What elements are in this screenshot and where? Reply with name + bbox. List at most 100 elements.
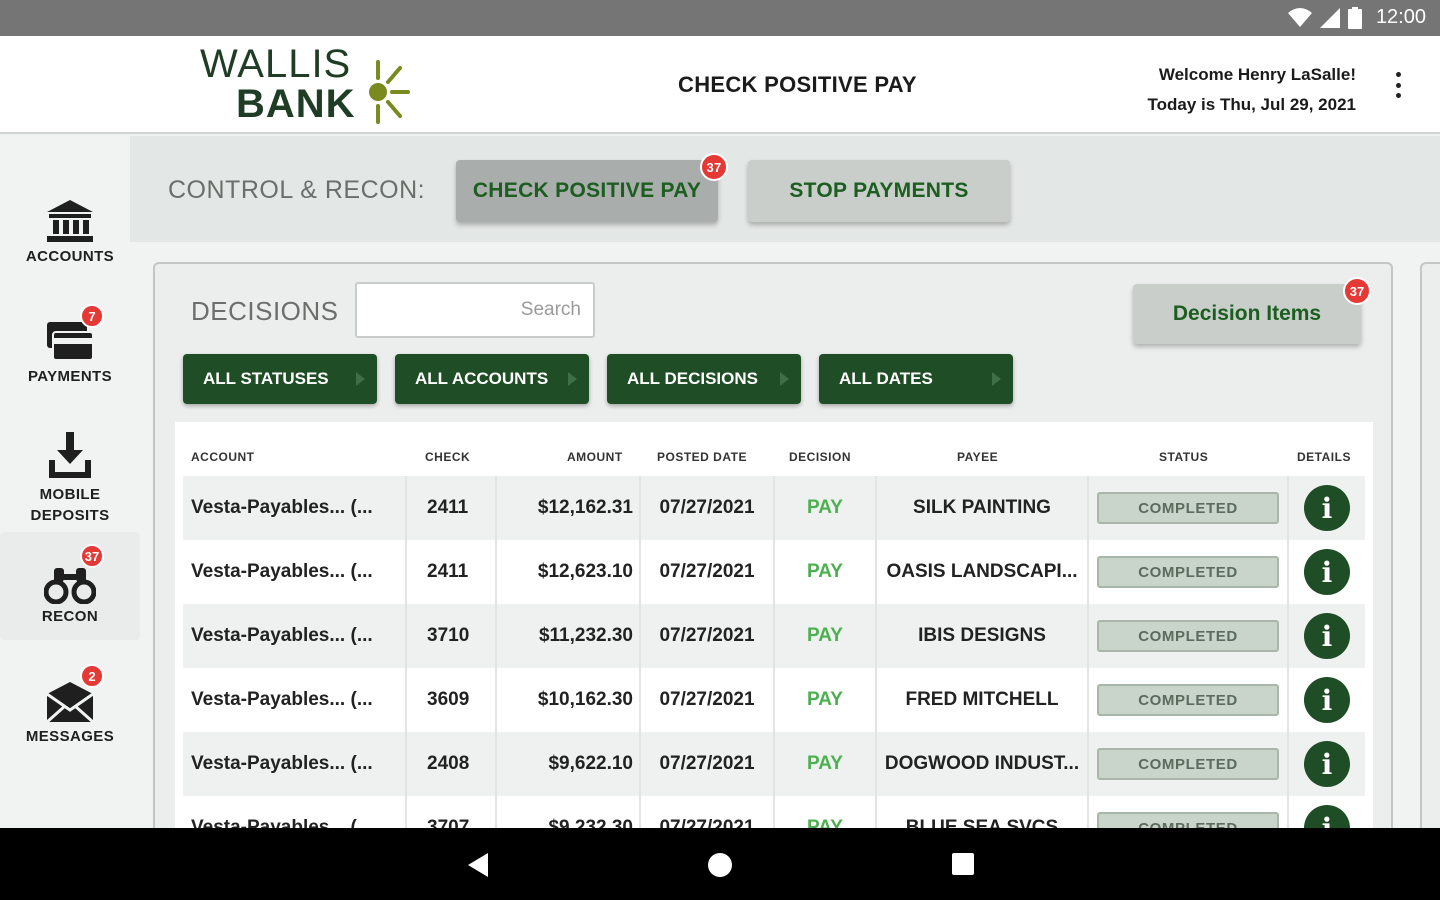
sidebar-item-recon[interactable]: 37 RECON	[0, 532, 140, 640]
filter-label: ALL DATES	[839, 369, 933, 388]
sidebar-item-payments[interactable]: 7 PAYMENTS	[0, 304, 140, 387]
back-icon[interactable]	[466, 852, 490, 878]
signal-icon	[1319, 7, 1340, 28]
recon-badge: 37	[80, 544, 104, 568]
cell-check: 2411	[407, 540, 497, 604]
table-row[interactable]: Vesta-Payables... (... 3710 $11,232.30 0…	[183, 604, 1365, 668]
cell-amount: $12,623.10	[497, 540, 641, 604]
cell-decision: PAY	[775, 476, 877, 540]
cell-payee: OASIS LANDSCAPI...	[877, 540, 1089, 604]
cell-account: Vesta-Payables... (...	[183, 476, 407, 540]
tab-stop-payments-label: STOP PAYMENTS	[789, 179, 969, 202]
recents-icon[interactable]	[951, 852, 975, 876]
battery-icon	[1347, 6, 1362, 29]
bank-icon	[40, 188, 100, 244]
search-input[interactable]	[355, 282, 595, 338]
cell-check: 2411	[407, 476, 497, 540]
col-status[interactable]: STATUS	[1159, 450, 1208, 464]
info-icon[interactable]: i	[1304, 613, 1350, 659]
cell-check: 3609	[407, 668, 497, 732]
wifi-icon	[1287, 7, 1312, 27]
table-row[interactable]: Vesta-Payables... (... 2408 $9,622.10 07…	[183, 732, 1365, 796]
col-payee[interactable]: PAYEE	[957, 450, 998, 464]
home-icon[interactable]	[707, 852, 733, 878]
table-header: ACCOUNT CHECK AMOUNT POSTED DATE DECISIO…	[175, 442, 1373, 476]
sun-logo-icon	[369, 60, 410, 124]
cell-status: COMPLETED	[1089, 732, 1289, 796]
status-badge: COMPLETED	[1097, 684, 1279, 716]
cell-decision: PAY	[775, 732, 877, 796]
cell-status: COMPLETED	[1089, 604, 1289, 668]
filter-bar: ALL STATUSES ALL ACCOUNTS ALL DECISIONS …	[183, 354, 1013, 404]
tab-stop-payments[interactable]: STOP PAYMENTS	[748, 160, 1010, 222]
status-badge: COMPLETED	[1097, 556, 1279, 588]
filter-all-dates[interactable]: ALL DATES	[819, 354, 1013, 404]
table-row[interactable]: Vesta-Payables... (... 2411 $12,623.10 0…	[183, 540, 1365, 604]
filter-label: ALL STATUSES	[203, 369, 329, 388]
cell-account: Vesta-Payables... (...	[183, 668, 407, 732]
table-row[interactable]: Vesta-Payables... (... 2411 $12,162.31 0…	[183, 476, 1365, 540]
cell-payee: DOGWOOD INDUST...	[877, 732, 1089, 796]
decision-items-badge: 37	[1343, 277, 1371, 305]
sidebar-label-recon: RECON	[41, 608, 99, 625]
info-icon[interactable]: i	[1304, 485, 1350, 531]
sidebar-item-mobile-deposits[interactable]: MOBILE DEPOSITS	[0, 426, 140, 526]
welcome-text: Welcome Henry LaSalle!	[1158, 65, 1356, 84]
status-badge: COMPLETED	[1097, 748, 1279, 780]
system-nav-bar	[0, 828, 1440, 900]
sidebar-item-accounts[interactable]: ACCOUNTS	[0, 188, 140, 267]
cell-decision: PAY	[775, 540, 877, 604]
info-icon[interactable]: i	[1304, 741, 1350, 787]
cell-payee: SILK PAINTING	[877, 476, 1089, 540]
decisions-panel: DECISIONS Decision Items 37 ALL STATUSES…	[153, 262, 1393, 862]
cell-posted-date: 07/27/2021	[641, 668, 775, 732]
chevron-right-icon	[780, 372, 789, 386]
col-posted-date[interactable]: POSTED DATE	[657, 450, 747, 464]
col-account[interactable]: ACCOUNT	[191, 450, 255, 464]
sidebar-label-mobile-deposits: MOBILE DEPOSITS	[30, 486, 110, 524]
envelope-icon: 2	[40, 664, 104, 724]
filter-all-accounts[interactable]: ALL ACCOUNTS	[395, 354, 589, 404]
cell-details: i	[1289, 476, 1365, 540]
cell-decision: PAY	[775, 604, 877, 668]
col-amount[interactable]: AMOUNT	[567, 450, 623, 464]
cell-decision: PAY	[775, 668, 877, 732]
deposit-download-icon	[40, 426, 100, 482]
status-badge: COMPLETED	[1097, 620, 1279, 652]
sidebar-label-accounts: ACCOUNTS	[25, 248, 115, 265]
cell-details: i	[1289, 668, 1365, 732]
tab-check-positive-pay-label: CHECK POSITIVE PAY	[472, 179, 702, 202]
decisions-table: ACCOUNT CHECK AMOUNT POSTED DATE DECISIO…	[175, 422, 1373, 842]
table-row[interactable]: Vesta-Payables... (... 3609 $10,162.30 0…	[183, 668, 1365, 732]
filter-label: ALL ACCOUNTS	[415, 369, 549, 388]
control-recon-label: CONTROL & RECON:	[168, 176, 426, 204]
overflow-menu-icon[interactable]	[1394, 72, 1402, 98]
decision-items-label: Decision Items	[1172, 302, 1322, 325]
col-decision[interactable]: DECISION	[789, 450, 851, 464]
messages-badge: 2	[80, 664, 104, 688]
col-check[interactable]: CHECK	[425, 450, 470, 464]
today-date: Today is Thu, Jul 29, 2021	[1147, 95, 1356, 114]
info-icon[interactable]: i	[1304, 549, 1350, 595]
cell-status: COMPLETED	[1089, 668, 1289, 732]
sidebar-label-payments: PAYMENTS	[27, 368, 113, 385]
filter-all-statuses[interactable]: ALL STATUSES	[183, 354, 377, 404]
col-details[interactable]: DETAILS	[1297, 450, 1351, 464]
cell-payee: FRED MITCHELL	[877, 668, 1089, 732]
decision-items-button[interactable]: Decision Items 37	[1133, 277, 1371, 344]
sidebar-item-messages[interactable]: 2 MESSAGES	[0, 664, 140, 747]
wallis-bank-logo[interactable]: WALLIS BANK	[198, 42, 418, 130]
info-icon[interactable]: i	[1304, 677, 1350, 723]
cell-details: i	[1289, 604, 1365, 668]
sidebar-label-messages: MESSAGES	[25, 728, 115, 745]
cell-check: 3710	[407, 604, 497, 668]
cell-account: Vesta-Payables... (...	[183, 604, 407, 668]
cell-status: COMPLETED	[1089, 540, 1289, 604]
filter-all-decisions[interactable]: ALL DECISIONS	[607, 354, 801, 404]
app-header: WALLIS BANK CHECK POSITIVE PAY Welcome H…	[0, 36, 1440, 134]
payments-card-icon: 7	[40, 304, 104, 364]
status-time: 12:00	[1375, 6, 1426, 28]
tab-check-positive-pay[interactable]: CHECK POSITIVE PAY 37	[456, 153, 728, 222]
cell-payee: IBIS DESIGNS	[877, 604, 1089, 668]
cell-status: COMPLETED	[1089, 476, 1289, 540]
